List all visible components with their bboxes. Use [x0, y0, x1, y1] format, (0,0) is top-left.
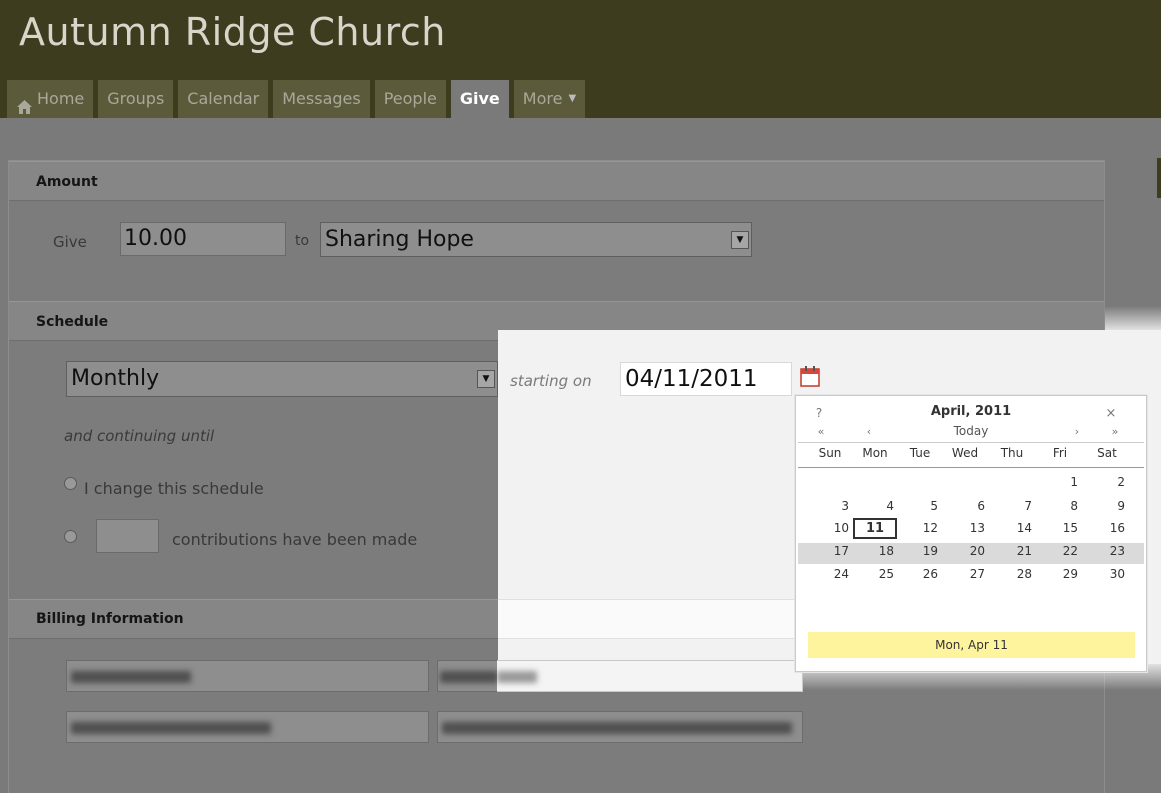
tab-home-label: Home [37, 89, 85, 108]
calendar-day-27[interactable]: 27 [942, 567, 988, 581]
tab-more-label: More [522, 89, 563, 108]
calendar-day-5[interactable]: 5 [899, 499, 941, 513]
calendar-dayname-sat: Sat [1097, 446, 1117, 460]
calendar-next-month-button[interactable]: › [1064, 425, 1090, 438]
calendar-day-24[interactable]: 24 [808, 567, 852, 581]
calendar-day-2[interactable]: 2 [1086, 475, 1128, 489]
give-label: Give [53, 233, 87, 251]
calendar-day-20[interactable]: 20 [942, 544, 988, 558]
main-nav: Home Groups Calendar Messages People Giv… [7, 80, 590, 118]
calendar-dayname-wed: Wed [951, 446, 979, 460]
calendar-prev-year-button[interactable]: « [808, 425, 834, 438]
calendar-day-10[interactable]: 10 [808, 521, 852, 535]
amount-heading: Amount [9, 161, 1104, 201]
calendar-day-14[interactable]: 14 [989, 521, 1035, 535]
calendar-day-7[interactable]: 7 [989, 499, 1035, 513]
radio-change-schedule[interactable] [64, 477, 77, 490]
billing-heading-bar-lit [498, 599, 797, 639]
radio-contribution-count[interactable] [64, 530, 77, 543]
dropdown-caret-icon: ▼ [568, 93, 577, 104]
redacted-text [497, 671, 537, 683]
frequency-select[interactable]: Monthly ▼ [66, 361, 498, 397]
calendar-day-30[interactable]: 30 [1086, 567, 1128, 581]
calendar-day-4[interactable]: 4 [853, 499, 897, 513]
chevron-down-icon[interactable]: ▼ [731, 230, 749, 249]
calendar-day-29[interactable]: 29 [1039, 567, 1081, 581]
calendar-prev-month-button[interactable]: ‹ [856, 425, 882, 438]
home-icon [16, 91, 33, 114]
redacted-text [71, 722, 271, 734]
tab-more[interactable]: More ▼ [513, 80, 586, 118]
calendar-day-1[interactable]: 1 [1039, 475, 1081, 489]
redacted-text [71, 671, 191, 683]
fund-select[interactable]: Sharing Hope ▼ [320, 222, 752, 257]
calendar-divider [798, 442, 1144, 443]
contribution-count-input[interactable] [96, 519, 159, 553]
billing-heading: Billing Information [36, 611, 184, 627]
tab-give[interactable]: Give [450, 80, 509, 118]
calendar-status-bar: Mon, Apr 11 [808, 632, 1135, 658]
redacted-text [440, 671, 498, 683]
calendar-day-selected[interactable]: 11 [853, 518, 897, 539]
option-change-schedule-label: I change this schedule [84, 479, 264, 498]
calendar-month-title: April, 2011 [930, 404, 1012, 419]
continuing-until-label: and continuing until [64, 427, 215, 445]
calendar-day-6[interactable]: 6 [942, 499, 988, 513]
calendar-day-19[interactable]: 19 [899, 544, 941, 558]
calendar-day-25[interactable]: 25 [853, 567, 897, 581]
billing-email-field[interactable] [437, 711, 803, 743]
calendar-day-18[interactable]: 18 [853, 544, 897, 558]
calendar-day-21[interactable]: 21 [989, 544, 1035, 558]
calendar-help-button[interactable]: ? [804, 406, 834, 420]
calendar-dayname-mon: Mon [862, 446, 888, 460]
calendar-dayname-fri: Fri [1052, 446, 1068, 460]
tab-groups[interactable]: Groups [98, 80, 174, 118]
fund-select-value: Sharing Hope [325, 227, 474, 252]
starting-on-label: starting on [510, 372, 592, 390]
calendar-day-8[interactable]: 8 [1039, 499, 1081, 513]
calendar-close-button[interactable]: × [1096, 406, 1126, 421]
calendar-day-17[interactable]: 17 [808, 544, 852, 558]
tab-calendar[interactable]: Calendar [178, 80, 269, 118]
to-label: to [295, 233, 310, 249]
redacted-text [442, 722, 792, 734]
calendar-day-22[interactable]: 22 [1039, 544, 1081, 558]
billing-last-name-field-lit[interactable] [497, 660, 803, 692]
calendar-today-button[interactable]: Today [906, 424, 1036, 438]
calendar-day-26[interactable]: 26 [899, 567, 941, 581]
calendar-divider [798, 467, 1144, 468]
calendar-day-15[interactable]: 15 [1039, 521, 1081, 535]
amount-input[interactable]: 10.00 [120, 222, 286, 256]
chevron-down-icon[interactable]: ▼ [477, 370, 495, 388]
tab-home[interactable]: Home [7, 80, 94, 118]
calendar-icon[interactable] [800, 366, 820, 387]
tab-messages[interactable]: Messages [273, 80, 370, 118]
site-header: Autumn Ridge Church Home Groups Calendar… [0, 0, 1161, 118]
start-date-input[interactable]: 04/11/2011 [620, 362, 792, 396]
billing-last-name-field[interactable] [437, 660, 499, 692]
frequency-select-value: Monthly [71, 366, 160, 391]
calendar-day-16[interactable]: 16 [1086, 521, 1128, 535]
calendar-day-12[interactable]: 12 [899, 521, 941, 535]
calendar-dayname-thu: Thu [1000, 446, 1024, 460]
billing-phone-field[interactable] [66, 711, 429, 743]
billing-first-name-field[interactable] [66, 660, 429, 692]
calendar-dayname-sun: Sun [818, 446, 842, 460]
date-picker-popup: ? April, 2011 × « ‹ Today › » Sun Mon Tue W… [795, 395, 1147, 672]
calendar-day-9[interactable]: 9 [1086, 499, 1128, 513]
calendar-next-year-button[interactable]: » [1102, 425, 1128, 438]
calendar-day-28[interactable]: 28 [989, 567, 1035, 581]
calendar-day-3[interactable]: 3 [808, 499, 852, 513]
site-title[interactable]: Autumn Ridge Church [19, 10, 446, 54]
tab-people[interactable]: People [374, 80, 446, 118]
calendar-day-23[interactable]: 23 [1086, 544, 1128, 558]
contributions-made-label: contributions have been made [172, 530, 418, 549]
calendar-day-13[interactable]: 13 [942, 521, 988, 535]
sidebar-edge [1157, 158, 1161, 198]
calendar-dayname-tue: Tue [909, 446, 931, 460]
